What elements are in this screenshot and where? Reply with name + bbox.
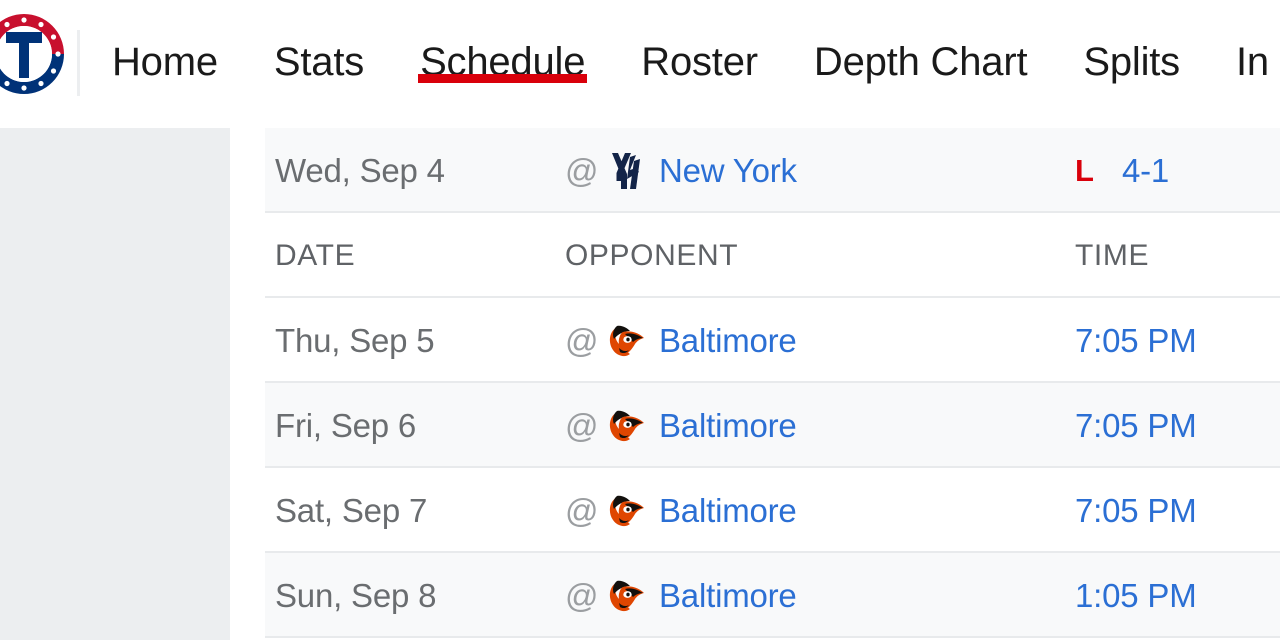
table-row[interactable]: Thu, Sep 5 @ Baltimore 7:05 PM: [265, 298, 1280, 383]
nav-item-stats[interactable]: Stats: [274, 0, 364, 82]
orioles-logo: [603, 488, 649, 534]
table-row[interactable]: Fri, Sep 6 @ Baltimore 7:05 PM: [265, 383, 1280, 468]
nav-item-home[interactable]: Home: [112, 0, 218, 82]
at-symbol-icon: @: [565, 151, 599, 189]
nav-item-schedule[interactable]: Schedule: [418, 0, 588, 84]
header-time-cell: TIME: [1075, 213, 1149, 298]
header-date-cell: DATE: [275, 213, 355, 298]
header-opponent-cell: OPPONENT: [565, 213, 738, 298]
nav-item-label: Roster: [641, 40, 758, 84]
game-time-link[interactable]: 7:05 PM: [1075, 492, 1197, 530]
nav-item-injuries[interactable]: In: [1236, 0, 1269, 82]
row-date-cell: Sat, Sep 7: [275, 468, 427, 553]
orioles-logo: [603, 573, 649, 619]
main-content: Wed, Sep 4 @ New York L 4-1 DATE OPPONEN…: [230, 128, 1280, 640]
texas-rangers-logo[interactable]: [0, 12, 66, 96]
nav-item-label: In: [1235, 40, 1269, 84]
row-opponent-cell: @ Baltimore: [565, 298, 797, 383]
game-date: Wed, Sep 4: [275, 151, 445, 189]
column-header-time: TIME: [1075, 238, 1150, 272]
opponent-name-link[interactable]: Baltimore: [659, 407, 797, 445]
result-badge: L: [1075, 152, 1094, 188]
row-time-cell: 7:05 PM: [1075, 383, 1197, 468]
row-date-cell: Sun, Sep 8: [275, 553, 436, 638]
nav-item-label: Splits: [1083, 40, 1180, 84]
game-date: Sun, Sep 8: [275, 576, 437, 614]
at-symbol-icon: @: [565, 491, 599, 529]
game-time-link[interactable]: 7:05 PM: [1075, 407, 1197, 445]
opponent-name-link[interactable]: Baltimore: [659, 322, 797, 360]
row-opponent-cell: @ Baltimore: [565, 383, 797, 468]
nav-item-label: Depth Chart: [813, 40, 1028, 84]
opponent-name-link[interactable]: New York: [659, 152, 797, 190]
column-header-date: DATE: [275, 238, 356, 272]
row-opponent-cell: @ New York: [565, 128, 797, 213]
game-date: Thu, Sep 5: [275, 321, 435, 359]
table-row[interactable]: Wed, Sep 4 @ New York L 4-1: [265, 128, 1280, 213]
row-time-cell: 7:05 PM: [1075, 468, 1197, 553]
nav-item-splits[interactable]: Splits: [1083, 0, 1180, 82]
page-body: Wed, Sep 4 @ New York L 4-1 DATE OPPONEN…: [0, 128, 1280, 640]
row-opponent-cell: @ Baltimore: [565, 468, 797, 553]
at-symbol-icon: @: [565, 576, 599, 614]
yankees-logo: [603, 148, 649, 194]
row-result-cell: L 4-1: [1075, 128, 1169, 213]
row-opponent-cell: @ Baltimore: [565, 553, 797, 638]
game-time-link[interactable]: 7:05 PM: [1075, 322, 1197, 360]
schedule-table: Wed, Sep 4 @ New York L 4-1 DATE OPPONEN…: [265, 128, 1280, 638]
column-header-opponent: OPPONENT: [565, 238, 739, 272]
nav-item-label: Stats: [273, 40, 365, 84]
row-date-cell: Thu, Sep 5: [275, 298, 435, 383]
left-sidebar: [0, 128, 230, 640]
opponent-name-link[interactable]: Baltimore: [659, 577, 797, 615]
nav-items-list: Home Stats Schedule Roster Depth Chart S…: [112, 0, 1269, 128]
row-date-cell: Wed, Sep 4: [275, 128, 445, 213]
orioles-logo: [603, 403, 649, 449]
table-row[interactable]: Sat, Sep 7 @ Baltimore 7:05 PM: [265, 468, 1280, 553]
game-time-link[interactable]: 1:05 PM: [1075, 577, 1197, 615]
nav-divider: [77, 30, 80, 96]
row-date-cell: Fri, Sep 6: [275, 383, 416, 468]
nav-item-label: Schedule: [420, 40, 586, 84]
table-row[interactable]: Sun, Sep 8 @ Baltimore 1:05 PM: [265, 553, 1280, 638]
at-symbol-icon: @: [565, 321, 599, 359]
row-time-cell: 1:05 PM: [1075, 553, 1197, 638]
game-date: Fri, Sep 6: [275, 406, 417, 444]
at-symbol-icon: @: [565, 406, 599, 444]
row-time-cell: 7:05 PM: [1075, 298, 1197, 383]
opponent-name-link[interactable]: Baltimore: [659, 492, 797, 530]
nav-item-label: Home: [112, 40, 218, 84]
game-date: Sat, Sep 7: [275, 491, 428, 529]
top-navigation-bar: Home Stats Schedule Roster Depth Chart S…: [0, 0, 1280, 128]
nav-item-depth-chart[interactable]: Depth Chart: [813, 0, 1028, 84]
result-score-link[interactable]: 4-1: [1122, 152, 1169, 190]
orioles-logo: [603, 318, 649, 364]
table-header-row: DATE OPPONENT TIME: [265, 213, 1280, 298]
nav-item-roster[interactable]: Roster: [641, 0, 758, 82]
